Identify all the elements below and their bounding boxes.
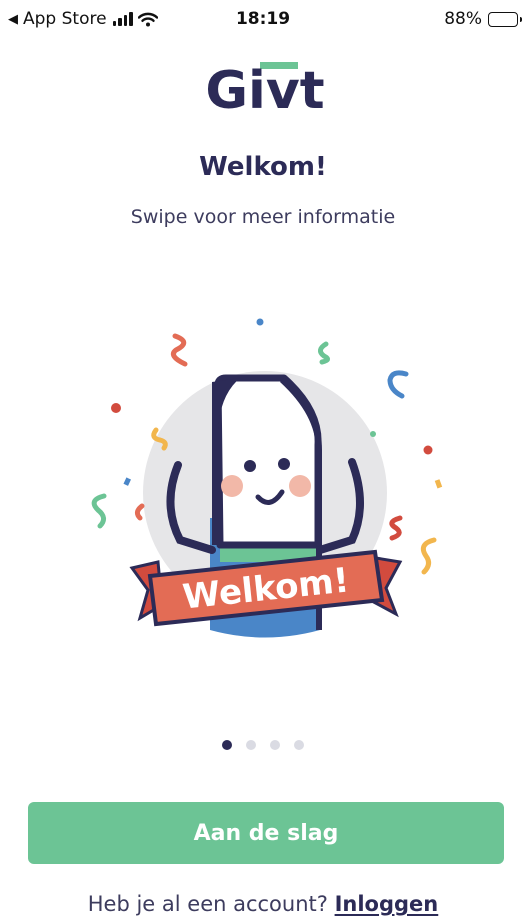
login-prompt: Heb je al een account? [87,892,335,916]
battery-icon [488,11,522,27]
page-subtitle: Swipe voor meer informatie [130,206,396,228]
page-dot[interactable] [222,740,232,750]
login-row: Heb je al een account? Inloggen [0,892,526,916]
status-bar: ◀ App Store 18:19 88% [0,0,526,44]
login-link[interactable]: Inloggen [335,892,439,916]
page-title: Welkom! [199,152,327,182]
battery-indicator: 88% [444,9,522,29]
welcome-illustration: Welkom! [91,318,443,638]
svg-text:Givt: Givt [205,61,324,114]
page-dot[interactable] [270,740,280,750]
start-button[interactable]: Aan de slag [28,802,504,864]
page-dot[interactable] [294,740,304,750]
battery-percent: 88% [444,9,482,29]
givt-logo: Givt [205,61,324,114]
page-indicator [0,740,526,750]
page-dot[interactable] [246,740,256,750]
